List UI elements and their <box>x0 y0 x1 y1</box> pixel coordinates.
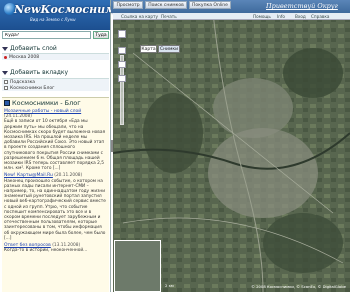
map-link[interactable]: Ссылка на карту <box>121 14 158 19</box>
search-row: Туда <box>2 31 109 40</box>
chevron-down-icon <box>2 46 8 51</box>
logo-prefix: New <box>14 3 41 16</box>
layer-dot-icon <box>4 55 7 59</box>
checkbox[interactable] <box>4 86 8 90</box>
map-type-satellite[interactable]: Снимки <box>158 45 180 53</box>
layer-item-label: Москва 2008 <box>9 54 40 60</box>
pan-control[interactable] <box>118 30 126 38</box>
logo[interactable]: NewКосмоснимки Вид на Землю с Луны <box>0 0 131 30</box>
tab-item-label: Космоснимки Блог <box>10 85 55 91</box>
blog-panel: Космоснимки - Блог Мозаичные работы - но… <box>2 97 109 292</box>
search-button[interactable]: Туда <box>93 31 109 39</box>
tool-button[interactable] <box>118 75 126 82</box>
copyright-text: © 2008 Космоснимки, © ScanEx, © DigitalG… <box>251 284 346 289</box>
add-tab-header[interactable]: Добавить вкладку <box>2 69 109 76</box>
chevron-down-icon <box>2 70 8 75</box>
map-type-map[interactable]: Карта <box>140 45 157 53</box>
checkbox[interactable] <box>4 80 8 84</box>
add-layer-header[interactable]: Добавить слой <box>2 45 109 52</box>
tab-view[interactable]: Просмотр <box>113 1 143 9</box>
region-link[interactable]: Приветствуй Округ <box>266 2 338 10</box>
reference-link[interactable]: Справка <box>311 14 329 19</box>
tab-item[interactable]: Космоснимки Блог <box>2 85 109 91</box>
tab-image-search[interactable]: Поиск снимков <box>145 1 187 9</box>
post-text: Наконец произошло событие, о котором на … <box>4 178 106 241</box>
blog-post: New! Карты@Mail.Ru (20.11.2008) Наконец … <box>2 173 109 241</box>
login-link[interactable]: Вход <box>295 14 306 19</box>
info-link[interactable]: Info <box>277 14 285 19</box>
overview-map[interactable] <box>114 240 161 292</box>
add-tab-label: Добавить вкладку <box>10 69 69 76</box>
blog-post: Мозаичные работы - новый слой (24.11.200… <box>2 109 109 171</box>
add-layer-label: Добавить слой <box>10 45 57 52</box>
print-link[interactable]: Печать <box>161 14 177 19</box>
sidebar: NewКосмоснимки Вид на Землю с Луны Туда … <box>0 0 131 292</box>
blog-icon <box>4 100 10 106</box>
scale-label: 2 км <box>165 283 174 288</box>
map-toolbar: Ссылка на карту Печать Помощь Info Вход … <box>113 13 350 20</box>
blog-header: Космоснимки - Блог <box>2 98 109 109</box>
blog-title: Космоснимки - Блог <box>12 99 81 107</box>
tab-buy-online[interactable]: Покупка Online <box>189 1 231 9</box>
help-link[interactable]: Помощь <box>253 14 271 19</box>
zoom-out-button[interactable] <box>118 61 126 68</box>
zoom-in-button[interactable] <box>118 47 126 54</box>
logo-tagline: Вид на Землю с Луны <box>30 17 76 22</box>
tabs-list: Подсказка Космоснимки Блог <box>2 78 109 91</box>
search-input[interactable] <box>2 31 91 39</box>
blog-post: Ответ без вопросов (13.11.2008) Когда-то… <box>2 243 109 253</box>
layers-list: Москва 2008 <box>2 53 109 60</box>
post-text: Когда-то в истории, неоконченной... <box>4 248 88 254</box>
layer-item[interactable]: Москва 2008 <box>2 54 109 60</box>
tab-item-label: Подсказка <box>10 79 36 85</box>
post-text: Ещё в записи от 10 октября «Еда мы держи… <box>4 119 106 172</box>
